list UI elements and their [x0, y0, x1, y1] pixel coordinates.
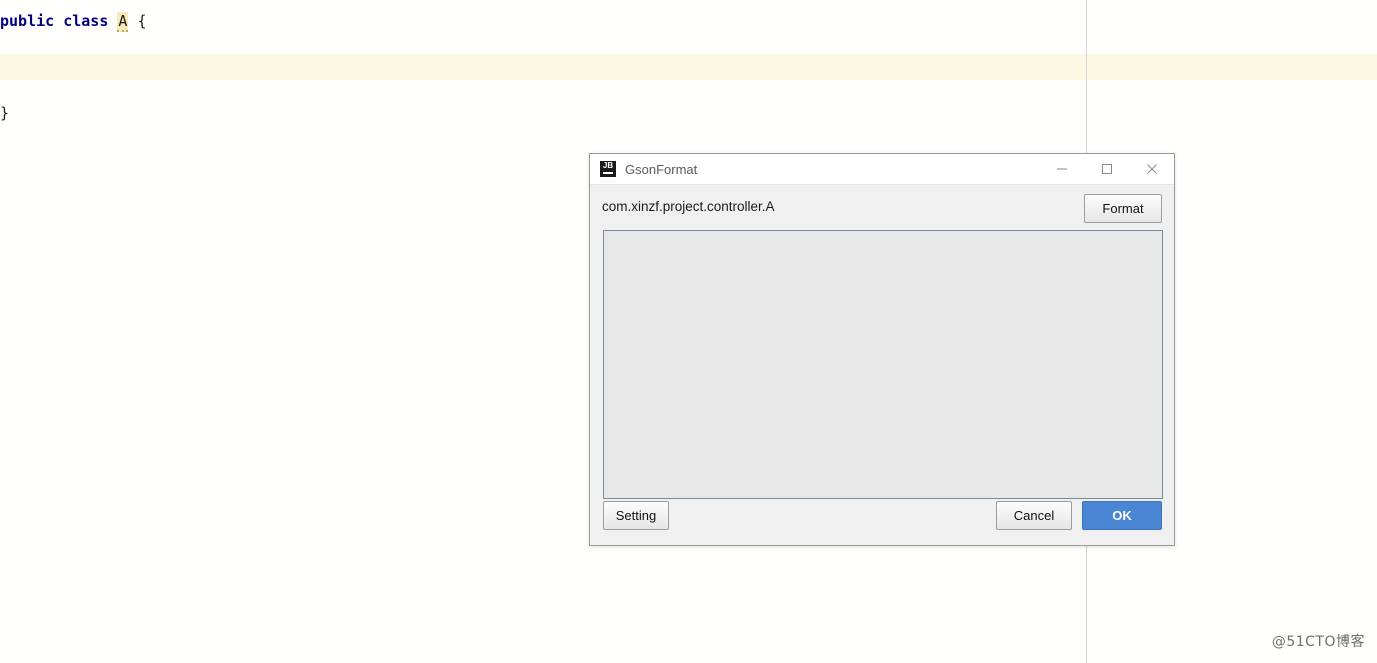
current-line-highlight — [0, 54, 1377, 80]
maximize-icon[interactable] — [1084, 154, 1129, 184]
target-class-path: com.xinzf.project.controller.A — [602, 199, 775, 214]
dialog-titlebar[interactable]: JB GsonFormat — [590, 154, 1174, 185]
format-button[interactable]: Format — [1084, 194, 1162, 223]
code-class-name: A — [117, 12, 129, 32]
gsonformat-dialog: JB GsonFormat com.xinzf.project.controll… — [589, 153, 1175, 546]
json-input[interactable] — [603, 230, 1163, 499]
ok-button[interactable]: OK — [1082, 501, 1162, 530]
setting-button[interactable]: Setting — [603, 501, 669, 530]
code-keyword: public class — [0, 12, 109, 30]
jetbrains-logo-icon: JB — [600, 161, 616, 177]
minimize-icon[interactable] — [1039, 154, 1084, 184]
code-closing-brace: } — [0, 104, 10, 122]
dialog-header: com.xinzf.project.controller.A Format — [590, 185, 1174, 228]
close-icon[interactable] — [1129, 154, 1174, 184]
watermark: @51CTO博客 — [1271, 634, 1365, 650]
dialog-title: GsonFormat — [625, 161, 698, 177]
code-line: public class A { — [0, 8, 1377, 34]
code-brace: { — [128, 12, 147, 30]
cancel-button[interactable]: Cancel — [996, 501, 1072, 530]
code-line: } — [0, 100, 1377, 126]
dialog-footer: Setting Cancel OK — [590, 499, 1174, 545]
